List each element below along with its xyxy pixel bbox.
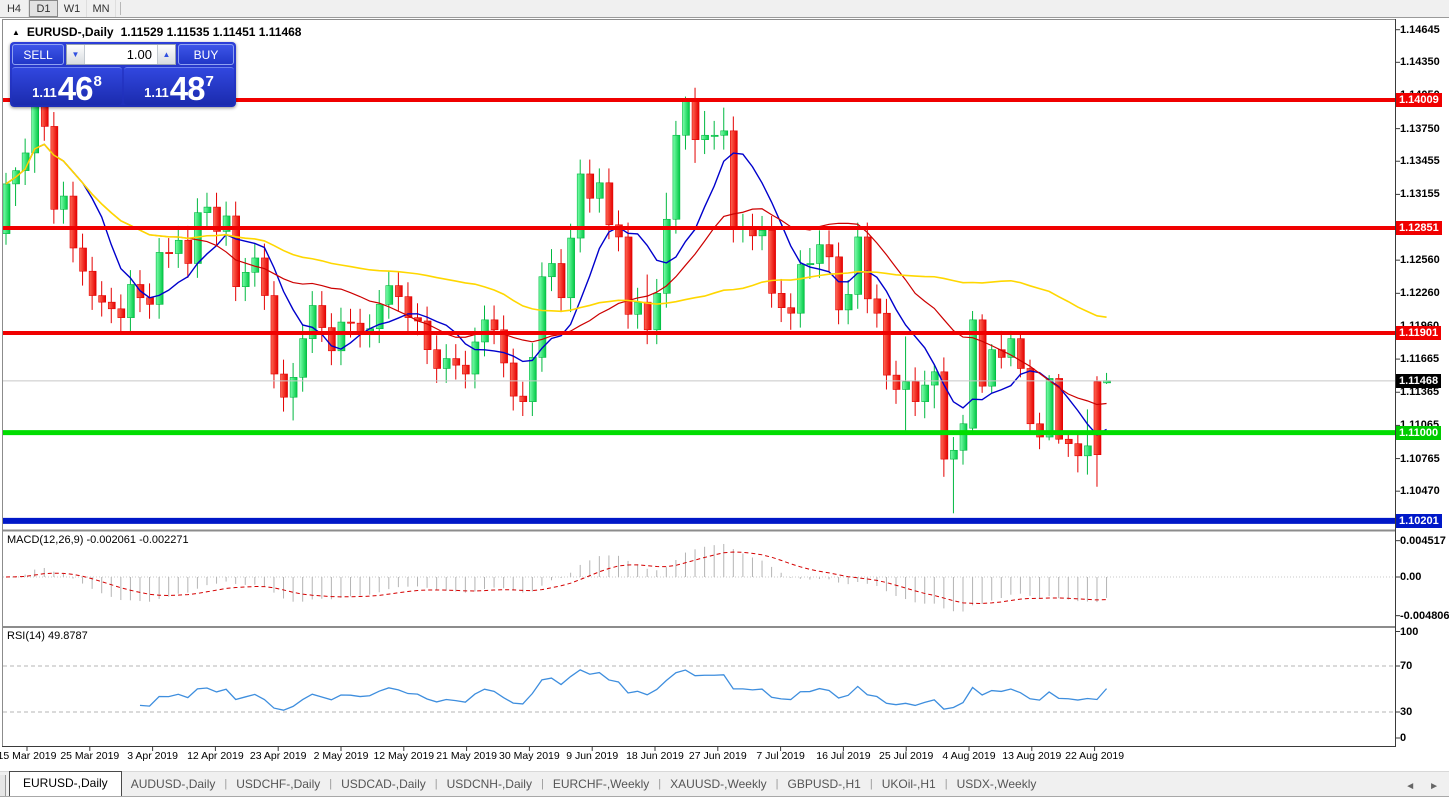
price-level-badge: 1.14009: [1396, 93, 1442, 107]
price-axis-label: 1.14645: [1400, 24, 1440, 36]
timeframe-button-h4[interactable]: H4: [0, 0, 29, 17]
time-axis-label: 9 Jun 2019: [566, 750, 618, 762]
rsi-indicator-label: RSI(14) 49.8787: [7, 630, 88, 642]
rsi-axis-label: 0: [1400, 732, 1406, 744]
sell-price-big: 46: [58, 73, 93, 104]
buy-price-tile[interactable]: 1.11 48 7: [124, 67, 234, 105]
volume-stepper: ▼ 1.00 ▲: [66, 44, 176, 65]
time-axis-label: 2 May 2019: [314, 750, 369, 762]
time-axis-label: 7 Jul 2019: [756, 750, 804, 762]
sell-price-pip: 8: [93, 73, 101, 90]
timeframe-button-d1[interactable]: D1: [29, 0, 58, 17]
time-axis-label: 23 Apr 2019: [250, 750, 307, 762]
price-axis-label: 1.13750: [1400, 123, 1440, 135]
toolbar-separator: [120, 2, 121, 15]
chart-title: EURUSD-,Daily: [27, 25, 114, 39]
tabs-scroll-left-icon[interactable]: ◄: [1405, 781, 1415, 791]
chart-tab-bar: EURUSD-,DailyAUDUSD-,Daily|USDCHF-,Daily…: [0, 771, 1449, 797]
chart-tab-usdcnh-daily[interactable]: USDCNH-,Daily: [438, 773, 541, 796]
buy-price-pip: 7: [205, 73, 213, 90]
price-axis-label: 1.13455: [1400, 155, 1440, 167]
rsi-axis-label: 70: [1400, 660, 1412, 672]
macd-axis-label: -0.004806: [1400, 610, 1449, 622]
sell-button[interactable]: SELL: [12, 44, 64, 65]
time-axis-label: 22 Aug 2019: [1065, 750, 1124, 762]
chart-canvas: [0, 0, 1449, 798]
volume-increase-icon[interactable]: ▲: [157, 45, 175, 64]
one-click-trading-collapse-icon[interactable]: ▲: [12, 28, 20, 37]
chart-tab-usdchf-daily[interactable]: USDCHF-,Daily: [227, 773, 329, 796]
chart-ohlc-values: 1.11529 1.11535 1.11451 1.11468: [121, 25, 302, 39]
timeframe-button-w1[interactable]: W1: [58, 0, 87, 17]
price-level-badge: 1.12851: [1396, 221, 1442, 235]
sell-price-prefix: 1.11: [32, 85, 57, 100]
time-axis-label: 3 Apr 2019: [127, 750, 178, 762]
chart-tab-eurchf-weekly[interactable]: EURCHF-,Weekly: [544, 773, 658, 796]
price-axis-label: 1.14350: [1400, 56, 1440, 68]
time-axis-label: 27 Jun 2019: [689, 750, 747, 762]
time-axis-label: 25 Mar 2019: [60, 750, 119, 762]
sell-price-tile[interactable]: 1.11 46 8: [12, 67, 122, 105]
chart-tab-gbpusd-h1[interactable]: GBPUSD-,H1: [778, 773, 869, 796]
buy-button[interactable]: BUY: [178, 44, 234, 65]
time-axis-label: 12 May 2019: [373, 750, 434, 762]
price-level-badge: 1.11468: [1396, 374, 1441, 388]
chart-tab-xauusd-weekly[interactable]: XAUUSD-,Weekly: [661, 773, 775, 796]
price-axis-label: 1.11365: [1400, 386, 1439, 398]
price-axis-label: 1.10765: [1400, 453, 1440, 465]
tab-bar-notch: [0, 775, 6, 796]
chart-tab-audusd-daily[interactable]: AUDUSD-,Daily: [122, 773, 225, 796]
price-axis-label: 1.12260: [1400, 287, 1440, 299]
price-axis-label: 1.13155: [1400, 188, 1440, 200]
price-level-badge: 1.10201: [1396, 514, 1442, 528]
timeframe-toolbar: H4D1W1MN: [0, 0, 1449, 18]
time-axis-label: 4 Aug 2019: [942, 750, 995, 762]
timeframe-button-mn[interactable]: MN: [87, 0, 116, 17]
macd-indicator-label: MACD(12,26,9) -0.002061 -0.002271: [7, 534, 189, 546]
chart-tab-ukoil-h1[interactable]: UKOil-,H1: [873, 773, 945, 796]
volume-input[interactable]: 1.00: [85, 45, 157, 64]
time-axis-label: 18 Jun 2019: [626, 750, 684, 762]
chart-title-row: ▲ EURUSD-,Daily 1.11529 1.11535 1.11451 …: [12, 25, 301, 39]
price-level-badge: 1.11000: [1396, 426, 1441, 440]
volume-decrease-icon[interactable]: ▼: [67, 45, 85, 64]
one-click-trading-panel: SELL ▼ 1.00 ▲ BUY 1.11 46 8 1.11 48 7: [10, 42, 236, 107]
rsi-axis-label: 100: [1400, 626, 1418, 638]
macd-axis-label: 0.004517: [1400, 535, 1446, 547]
buy-price-big: 48: [170, 73, 205, 104]
price-axis-label: 1.11665: [1400, 353, 1439, 365]
price-axis-label: 1.12560: [1400, 254, 1440, 266]
price-axis-label: 1.10470: [1400, 485, 1440, 497]
time-axis-label: 21 May 2019: [436, 750, 497, 762]
time-axis-label: 16 Jul 2019: [816, 750, 870, 762]
time-axis-label: 30 May 2019: [499, 750, 560, 762]
price-level-badge: 1.11901: [1396, 326, 1441, 340]
rsi-axis-label: 30: [1400, 706, 1412, 718]
time-axis-label: 12 Apr 2019: [187, 750, 244, 762]
chart-tab-usdx-weekly[interactable]: USDX-,Weekly: [948, 773, 1046, 796]
chart-tab-eurusd-daily[interactable]: EURUSD-,Daily: [9, 771, 122, 796]
time-axis-label: 15 Mar 2019: [0, 750, 56, 762]
macd-axis-label: 0.00: [1400, 571, 1421, 583]
time-axis-label: 13 Aug 2019: [1002, 750, 1061, 762]
chart-tab-usdcad-daily[interactable]: USDCAD-,Daily: [332, 773, 435, 796]
trading-terminal-window: H4D1W1MN ▲ EURUSD-,Daily 1.11529 1.11535…: [0, 0, 1449, 798]
buy-price-prefix: 1.11: [144, 85, 169, 100]
time-axis-label: 25 Jul 2019: [879, 750, 933, 762]
tabs-scroll-right-icon[interactable]: ►: [1429, 781, 1439, 791]
